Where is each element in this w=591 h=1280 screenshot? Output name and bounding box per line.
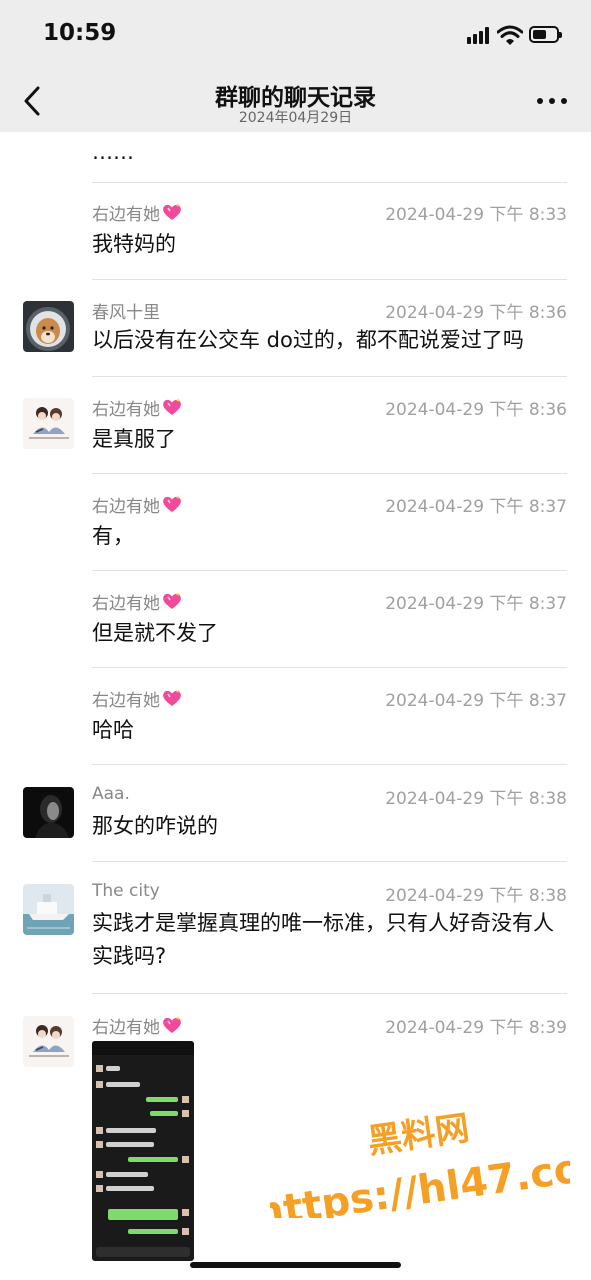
message-timestamp: 2024-04-29 下午 8:39 [385, 1018, 567, 1038]
divider [92, 764, 567, 765]
thumb-avatar [182, 1156, 189, 1163]
sender-name: 右边有她 [92, 1013, 183, 1038]
thumb-avatar [96, 1127, 103, 1134]
divider [92, 570, 567, 571]
thumb-avatar [182, 1110, 189, 1117]
divider [92, 861, 567, 862]
thumb-status-bar [92, 1041, 194, 1055]
thumb-avatar [96, 1065, 103, 1072]
message-timestamp: 2024-04-29 下午 8:38 [385, 886, 567, 906]
message-text[interactable]: 我特妈的 [92, 228, 568, 261]
thumb-avatar [96, 1141, 103, 1148]
home-indicator [190, 1262, 401, 1268]
message-text[interactable]: 有， [92, 520, 568, 553]
thumb-bubble [128, 1229, 178, 1234]
truncated-message: …… [92, 140, 134, 164]
avatar-couple-drawing[interactable] [23, 398, 74, 449]
thumb-avatar [182, 1209, 189, 1216]
avatar-dog-astronaut[interactable] [23, 301, 74, 352]
message-text[interactable]: 那女的咋说的 [92, 810, 568, 843]
battery-icon [529, 26, 562, 43]
message-timestamp: 2024-04-29 下午 8:38 [385, 789, 567, 809]
divider [92, 182, 567, 183]
message-timestamp: 2024-04-29 下午 8:37 [385, 497, 567, 517]
thumb-bubble [106, 1186, 154, 1191]
avatar-ship-sea[interactable] [23, 884, 74, 935]
avatar-dark-portrait[interactable] [23, 787, 74, 838]
thumb-avatar [96, 1171, 103, 1178]
thumb-bubble [106, 1172, 148, 1177]
sparkling-heart-icon [163, 203, 181, 220]
thumb-bubble [146, 1097, 178, 1102]
sender-name: The city [92, 881, 160, 901]
message-text[interactable]: 但是就不发了 [92, 617, 568, 650]
sparkling-heart-icon [163, 689, 181, 706]
sparkling-heart-icon [163, 1016, 181, 1033]
thumb-avatar [96, 1081, 103, 1088]
sparkling-heart-icon [163, 398, 181, 415]
sparkling-heart-icon [163, 592, 181, 609]
more-options-icon[interactable] [537, 98, 567, 106]
message-timestamp: 2024-04-29 下午 8:37 [385, 691, 567, 711]
message-text[interactable]: 哈哈 [92, 714, 568, 747]
sender-name: 右边有她 [92, 200, 183, 225]
thumb-bubble [108, 1209, 178, 1220]
sender-name: 右边有她 [92, 589, 183, 614]
thumb-bubble [106, 1142, 154, 1147]
message-text[interactable]: 是真服了 [92, 423, 568, 456]
thumb-input-bar [96, 1247, 190, 1257]
page-subtitle-date: 2024年04月29日 [238, 110, 353, 126]
watermark-line1: 黑料网 [365, 1108, 472, 1162]
thumb-bubble [150, 1111, 178, 1116]
status-bar: 10:59 [0, 0, 591, 70]
signal-icon [467, 27, 491, 44]
watermark-line2: https://hl47.co [270, 1145, 570, 1218]
message-text[interactable]: 以后没有在公交车 do过的，都不配说爱过了吗 [92, 324, 568, 357]
site-watermark: 黑料网 https://hl47.co [270, 1108, 570, 1218]
status-time: 10:59 [43, 20, 117, 46]
avatar-couple-drawing[interactable] [23, 1016, 74, 1067]
message-timestamp: 2024-04-29 下午 8:37 [385, 594, 567, 614]
nav-bar: 群聊的聊天记录 2024年04月29日 [0, 70, 591, 132]
divider [92, 993, 567, 994]
wifi-icon [497, 25, 523, 45]
message-timestamp: 2024-04-29 下午 8:36 [385, 303, 567, 323]
sender-name: 右边有她 [92, 395, 183, 420]
sender-name: Aaa. [92, 784, 130, 804]
message-timestamp: 2024-04-29 下午 8:36 [385, 400, 567, 420]
thumb-avatar [182, 1096, 189, 1103]
divider [92, 667, 567, 668]
thumb-bubble [106, 1066, 120, 1071]
message-text[interactable]: 实践才是掌握真理的唯一标准，只有人好奇没有人实践吗? [92, 907, 568, 973]
thumb-bubble [106, 1128, 156, 1133]
message-timestamp: 2024-04-29 下午 8:33 [385, 205, 567, 225]
sender-name: 右边有她 [92, 686, 183, 711]
thumb-avatar [182, 1228, 189, 1235]
divider [92, 473, 567, 474]
divider [92, 376, 567, 377]
divider [92, 279, 567, 280]
sender-name: 右边有她 [92, 492, 183, 517]
sparkling-heart-icon [163, 495, 181, 512]
thumb-bubble [128, 1157, 178, 1162]
thumb-avatar [96, 1185, 103, 1192]
sender-name: 春风十里 [92, 303, 160, 323]
image-attachment-chat-screenshot[interactable] [92, 1041, 194, 1261]
thumb-bubble [106, 1082, 140, 1087]
